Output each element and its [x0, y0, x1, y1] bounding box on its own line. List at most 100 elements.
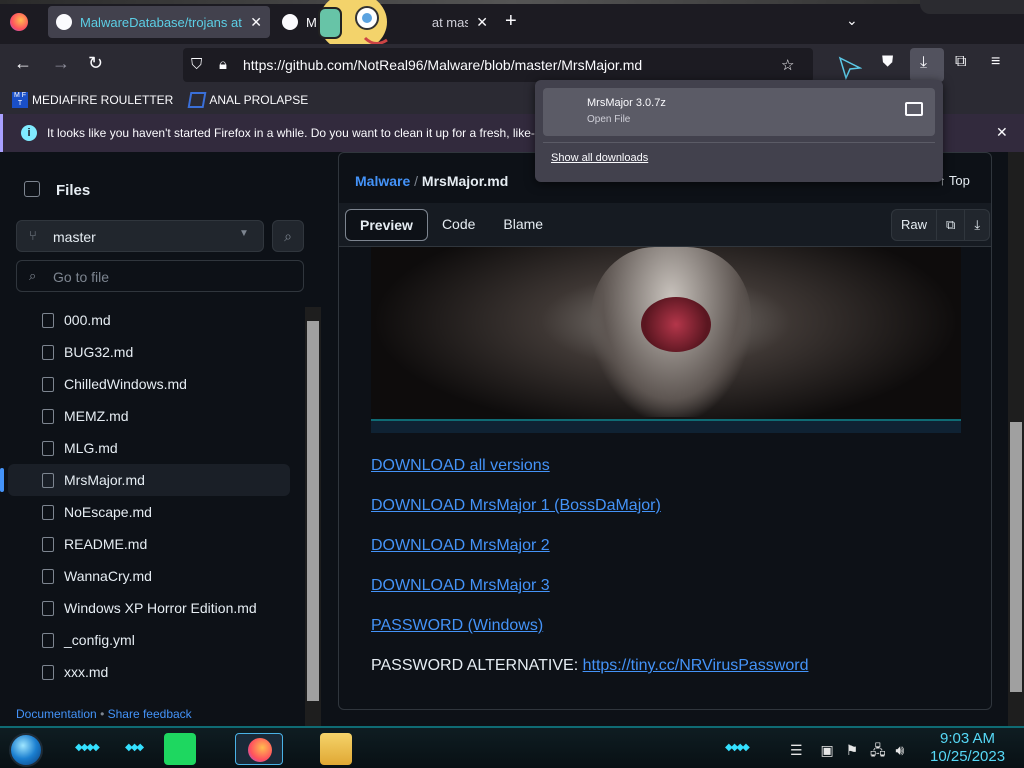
- new-tab-button[interactable]: +: [505, 10, 517, 33]
- reload-icon[interactable]: ↻: [88, 53, 103, 74]
- file-item[interactable]: README.md: [8, 528, 290, 560]
- top-link[interactable]: ↑ Top: [939, 173, 970, 188]
- forward-icon[interactable]: →: [52, 53, 70, 74]
- file-name: xxx.md: [64, 664, 109, 680]
- github-icon: [282, 14, 298, 30]
- tab-title-tail: at mast: [431, 14, 469, 30]
- download-mrsmajor2-link[interactable]: DOWNLOAD MrsMajor 2: [371, 537, 808, 577]
- download-mrsmajor1-link[interactable]: DOWNLOAD MrsMajor 1 (BossDaMajor): [371, 497, 808, 537]
- password-alt-url[interactable]: https://tiny.cc/NRVirusPassword: [583, 657, 809, 674]
- top-label: Top: [948, 173, 970, 188]
- tab-close-icon[interactable]: ✕: [250, 14, 262, 31]
- file-icon: [42, 472, 54, 488]
- breadcrumb-file: MrsMajor.md: [421, 173, 509, 189]
- tab-blame[interactable]: Blame: [489, 209, 557, 241]
- collapse-sidebar-icon[interactable]: [24, 181, 40, 197]
- download-links: DOWNLOAD all versions DOWNLOAD MrsMajor …: [371, 457, 808, 697]
- bookmark-mediafire[interactable]: M FT MEDIAFIRE ROULETTER: [12, 92, 173, 108]
- tray-menu-icon[interactable]: ☰: [790, 742, 803, 758]
- branch-selector[interactable]: ⑂ master ▼: [16, 220, 264, 252]
- flag-icon[interactable]: ⚑: [846, 742, 859, 758]
- scrollbar-thumb[interactable]: [307, 321, 319, 701]
- scrollbar-thumb[interactable]: [1010, 422, 1022, 692]
- share-feedback-link[interactable]: Share feedback: [108, 707, 192, 721]
- list-all-tabs-icon[interactable]: ⌄: [846, 12, 858, 29]
- pocket-icon[interactable]: ⛊: [882, 53, 893, 70]
- file-item[interactable]: MEMZ.md: [8, 400, 290, 432]
- file-item[interactable]: xxx.md: [8, 656, 290, 688]
- spotify-icon[interactable]: [164, 733, 196, 765]
- download-all-link[interactable]: DOWNLOAD all versions: [371, 457, 808, 497]
- titlebar-decoration: [920, 0, 1024, 14]
- file-item[interactable]: _config.yml: [8, 624, 290, 656]
- tab-code[interactable]: Code: [428, 209, 489, 241]
- tab-malwaredatabase[interactable]: MalwareDatabase/trojans at m ✕: [48, 6, 270, 38]
- file-item[interactable]: BUG32.md: [8, 336, 290, 368]
- breadcrumb-separator: /: [414, 173, 419, 189]
- folder-icon[interactable]: [905, 102, 923, 116]
- volume-icon[interactable]: 🔊︎: [896, 742, 905, 758]
- file-item[interactable]: MLG.md: [8, 432, 290, 464]
- tab-preview[interactable]: Preview: [345, 209, 428, 241]
- show-all-downloads-link[interactable]: Show all downloads: [551, 152, 648, 164]
- clock-time: 9:03 AM: [940, 730, 996, 747]
- clock[interactable]: 9:03 AM 10/25/2023: [930, 730, 1005, 766]
- footer-separator: •: [100, 707, 105, 721]
- tab-close-icon[interactable]: ✕: [476, 14, 488, 31]
- sidebar-scrollbar[interactable]: [305, 307, 321, 727]
- file-name: MEMZ.md: [64, 408, 129, 424]
- os-taskbar: ◆◆◆◆ ◆◆◆ ◆◆◆◆ ☰ ▣ ⚑ 🖧︎ 🔊︎ 9:03 AM 10/25/…: [0, 726, 1024, 768]
- download-raw-icon[interactable]: ⤓: [965, 210, 989, 240]
- start-orb-icon[interactable]: [9, 733, 43, 767]
- extensions-icon[interactable]: ⧉: [955, 53, 966, 71]
- bookmark-star-icon[interactable]: ☆: [781, 56, 794, 74]
- notification-close-icon[interactable]: ✕: [996, 124, 1008, 141]
- download-item[interactable]: MrsMajor 3.0.7z Open File: [543, 88, 935, 136]
- taskbar-decoration-icon: ◆◆◆◆: [725, 742, 750, 753]
- file-explorer-icon[interactable]: [320, 733, 352, 765]
- bookmark-anal-prolapse[interactable]: ANAL PROLAPSE: [187, 92, 308, 108]
- breadcrumb-repo-link[interactable]: Malware: [355, 173, 410, 189]
- url-bar[interactable]: ⛉ 🔒︎ https://github.com/NotReal96/Malwar…: [183, 48, 813, 82]
- file-item[interactable]: 000.md: [8, 304, 290, 336]
- shield-icon[interactable]: ⛉: [191, 56, 202, 73]
- mouse-cursor-icon: [838, 56, 862, 80]
- file-name: 000.md: [64, 312, 111, 328]
- file-item-selected[interactable]: MrsMajor.md: [0, 464, 290, 496]
- network-icon[interactable]: 🖧︎: [870, 742, 886, 758]
- page-scrollbar[interactable]: [1008, 152, 1024, 726]
- file-item[interactable]: ChilledWindows.md: [8, 368, 290, 400]
- hamburger-menu-icon[interactable]: ≡: [991, 53, 1000, 71]
- file-item[interactable]: Windows XP Horror Edition.md: [8, 592, 290, 624]
- tab-bar-decoration: [0, 0, 1024, 4]
- file-item[interactable]: WannaCry.md: [8, 560, 290, 592]
- file-name: MrsMajor.md: [64, 472, 145, 488]
- firefox-menu-icon[interactable]: [10, 13, 28, 31]
- file-icon: [42, 312, 54, 328]
- raw-button[interactable]: Raw: [892, 210, 938, 240]
- mediafire-icon: M FT: [12, 92, 28, 108]
- lock-icon[interactable]: 🔒︎: [219, 56, 227, 73]
- download-mrsmajor3-link[interactable]: DOWNLOAD MrsMajor 3: [371, 577, 808, 617]
- back-icon[interactable]: ←: [14, 53, 32, 74]
- documentation-link[interactable]: Documentation: [16, 707, 97, 721]
- downloads-button[interactable]: ⤓: [910, 48, 944, 82]
- firefox-taskbar-icon[interactable]: [235, 733, 283, 765]
- bookmark-icon: [187, 92, 207, 108]
- preview-screenshot-image: [371, 247, 961, 433]
- branch-label: master: [53, 229, 96, 245]
- git-branch-icon: ⑂: [29, 228, 37, 243]
- file-icon: [42, 376, 54, 392]
- firefox-logo-icon: [248, 738, 272, 762]
- file-name: BUG32.md: [64, 344, 134, 360]
- tray-app-icon[interactable]: ▣: [820, 742, 833, 758]
- file-item[interactable]: NoEscape.md: [8, 496, 290, 528]
- file-tree-sidebar: Files ⑂ master ▼ ⌕ ⌕ Go to file 000.md B…: [0, 152, 322, 727]
- file-view: Malware / MrsMajor.md ↑ Top Preview Code…: [338, 152, 992, 710]
- go-to-file-input[interactable]: ⌕ Go to file: [16, 260, 304, 292]
- copy-icon[interactable]: ⧉: [937, 210, 966, 240]
- password-link[interactable]: PASSWORD (Windows): [371, 617, 808, 657]
- url-text[interactable]: https://github.com/NotReal96/Malware/blo…: [243, 57, 642, 73]
- file-name: _config.yml: [64, 632, 135, 648]
- search-icon[interactable]: ⌕: [272, 220, 304, 252]
